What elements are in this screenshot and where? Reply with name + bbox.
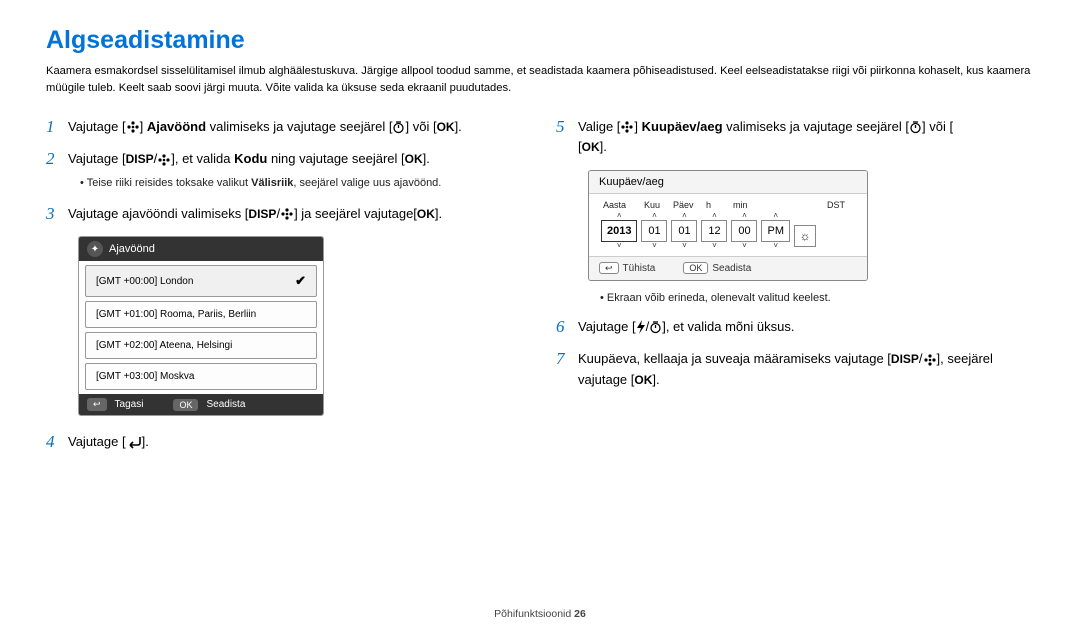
step-number: 7 — [556, 349, 578, 369]
ok-icon: OK — [417, 205, 435, 224]
disp-icon: DISP — [126, 150, 154, 169]
datetime-panel-footer: ↩Tühista OKSeadista — [589, 256, 867, 280]
ok-icon: OK — [405, 150, 423, 169]
step-number: 1 — [46, 117, 68, 137]
timer-icon — [392, 120, 405, 134]
sun-icon: ☼ — [799, 229, 810, 243]
step-6: Vajutage [/], et valida mõni üksus. — [578, 317, 1034, 338]
ok-icon: OK — [582, 138, 600, 157]
ampm-spinner[interactable]: ˄PM˅ — [761, 212, 790, 250]
left-column: 1 Vajutage [] Ajavöönd valimiseks ja vaj… — [46, 117, 524, 466]
chevron-down-icon[interactable]: ˅ — [682, 242, 687, 250]
timezone-panel-title: Ajavöönd — [109, 243, 155, 255]
datetime-panel-title: Kuupäev/aeg — [589, 171, 867, 194]
step-number: 3 — [46, 204, 68, 224]
back-icon: ↩ — [599, 262, 619, 274]
back-arrow-icon — [126, 437, 142, 449]
datetime-labels: Aasta Kuu Päev h min DST — [589, 194, 867, 212]
step-5: Valige [] Kuupäev/aeg valimiseks ja vaju… — [578, 117, 1034, 159]
chevron-up-icon[interactable]: ˄ — [742, 212, 747, 220]
page-title: Algseadistamine — [46, 26, 1034, 55]
chevron-down-icon[interactable]: ˅ — [652, 242, 657, 250]
ok-chip: OK — [173, 399, 198, 411]
page-footer: Põhifunktsioonid 26 — [0, 608, 1080, 620]
chevron-down-icon[interactable]: ˅ — [773, 242, 778, 250]
step-4: Vajutage []. — [68, 432, 524, 453]
step-2-sub: Teise riiki reisides toksake valikut Väl… — [80, 176, 524, 191]
flower-icon — [157, 153, 171, 167]
ok-set-button[interactable]: OKSeadista — [683, 263, 751, 274]
ok-chip: OK — [683, 262, 708, 274]
hour-spinner[interactable]: ˄12˅ — [701, 212, 727, 250]
step-3: Vajutage ajavööndi valimiseks [DISP/] ja… — [68, 204, 524, 225]
flower-icon — [280, 207, 294, 221]
intro-paragraph: Kaamera esmakordsel sisselülitamisel ilm… — [46, 63, 1034, 97]
flower-icon — [126, 120, 140, 134]
ok-icon: OK — [634, 371, 652, 390]
ok-set-button[interactable]: OKSeadista — [173, 399, 245, 411]
day-spinner[interactable]: ˄01˅ — [671, 212, 697, 250]
chevron-down-icon[interactable]: ˅ — [617, 242, 622, 250]
timer-icon — [649, 320, 662, 334]
timezone-option[interactable]: [GMT +02:00] Ateena, Helsingi — [85, 332, 317, 359]
dst-toggle[interactable]: ☼ — [794, 225, 816, 247]
back-icon: ↩ — [87, 398, 107, 411]
cancel-button[interactable]: ↩Tühista — [599, 263, 655, 274]
step-number: 4 — [46, 432, 68, 452]
chevron-up-icon[interactable]: ˄ — [773, 212, 778, 220]
check-icon: ✔ — [295, 273, 306, 289]
step-number: 5 — [556, 117, 578, 137]
ok-icon: OK — [437, 118, 455, 137]
disp-icon: DISP — [891, 350, 919, 369]
year-spinner[interactable]: ˄2013˅ — [601, 212, 637, 250]
datetime-panel: Kuupäev/aeg Aasta Kuu Päev h min DST ˄20… — [588, 170, 868, 281]
timezone-panel-footer: ↩Tagasi OKSeadista — [79, 394, 323, 415]
step-number: 2 — [46, 149, 68, 169]
disp-icon: DISP — [248, 205, 276, 224]
right-column: 5 Valige [] Kuupäev/aeg valimiseks ja va… — [556, 117, 1034, 466]
month-spinner[interactable]: ˄01˅ — [641, 212, 667, 250]
timer-icon — [909, 120, 922, 134]
chevron-up-icon[interactable]: ˄ — [712, 212, 717, 220]
timezone-option[interactable]: [GMT +00:00] London✔ — [85, 265, 317, 297]
back-button[interactable]: ↩Tagasi — [87, 398, 143, 411]
globe-icon: ✦ — [87, 241, 103, 257]
timezone-option[interactable]: [GMT +03:00] Moskva — [85, 363, 317, 390]
minute-spinner[interactable]: ˄00˅ — [731, 212, 757, 250]
flash-icon — [636, 320, 646, 334]
step-7: Kuupäeva, kellaaja ja suveaja määramisek… — [578, 349, 1034, 391]
chevron-up-icon[interactable]: ˄ — [652, 212, 657, 220]
timezone-option[interactable]: [GMT +01:00] Rooma, Pariis, Berliin — [85, 301, 317, 328]
timezone-panel: ✦ Ajavöönd [GMT +00:00] London✔ [GMT +01… — [78, 236, 324, 416]
step-2: Vajutage [DISP/], et valida Kodu ning va… — [68, 149, 524, 191]
chevron-up-icon[interactable]: ˄ — [682, 212, 687, 220]
flower-icon — [923, 353, 937, 367]
flower-icon — [620, 120, 634, 134]
chevron-down-icon[interactable]: ˅ — [742, 242, 747, 250]
step-5-sub: Ekraan võib erineda, olenevalt valitud k… — [600, 291, 1034, 306]
chevron-up-icon[interactable]: ˄ — [617, 212, 622, 220]
timezone-panel-header: ✦ Ajavöönd — [79, 237, 323, 261]
chevron-down-icon[interactable]: ˅ — [712, 242, 717, 250]
step-number: 6 — [556, 317, 578, 337]
step-1: Vajutage [] Ajavöönd valimiseks ja vajut… — [68, 117, 524, 138]
